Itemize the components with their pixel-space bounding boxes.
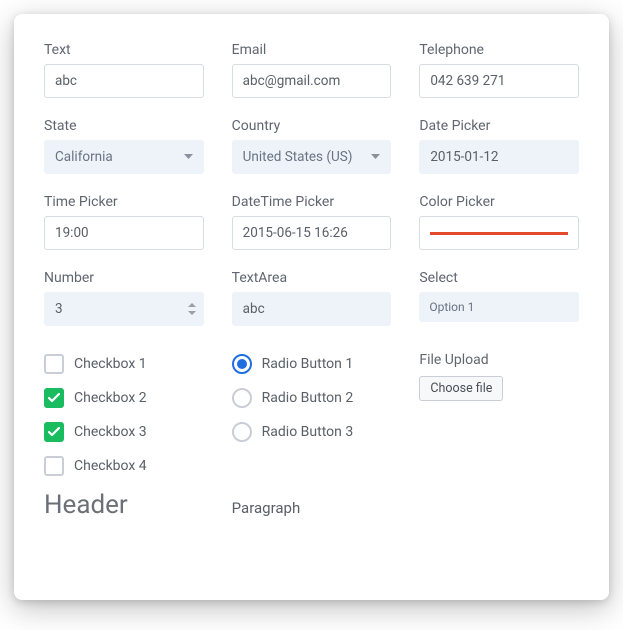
caret-down-icon (184, 154, 193, 160)
radio-2[interactable]: Radio Button 2 (232, 388, 392, 408)
row-5: Checkbox 1 Checkbox 2 Checkbox 3 Checkbo… (44, 352, 579, 476)
checkbox-group: Checkbox 1 Checkbox 2 Checkbox 3 Checkbo… (44, 352, 204, 476)
row-3: Time Picker DateTime Picker Color Picker (44, 194, 579, 250)
footer-header: Header (44, 490, 204, 520)
label-select: Select (419, 270, 579, 286)
checkbox-3[interactable]: Checkbox 3 (44, 422, 204, 442)
field-telephone: Telephone (419, 42, 579, 98)
textarea-input[interactable] (232, 292, 392, 326)
datetime-input[interactable] (232, 216, 392, 250)
field-time-picker: Time Picker (44, 194, 204, 250)
row-4: Number TextArea Select Option 1 (44, 270, 579, 326)
caret-down-icon (371, 154, 380, 160)
label-datetime: DateTime Picker (232, 194, 392, 210)
date-picker-input[interactable] (419, 140, 579, 174)
checkbox-box (44, 354, 64, 374)
label-textarea: TextArea (232, 270, 392, 286)
field-datetime: DateTime Picker (232, 194, 392, 250)
label-email: Email (232, 42, 392, 58)
label-telephone: Telephone (419, 42, 579, 58)
checkbox-label: Checkbox 3 (74, 424, 147, 440)
row-footer: Header Paragraph (44, 490, 579, 520)
color-picker-input[interactable] (419, 216, 579, 250)
row-1: Text Email Telephone (44, 42, 579, 98)
field-email: Email (232, 42, 392, 98)
form-card: Text Email Telephone State California Co… (14, 14, 609, 600)
field-select: Select Option 1 (419, 270, 579, 326)
label-country: Country (232, 118, 392, 134)
checkbox-2[interactable]: Checkbox 2 (44, 388, 204, 408)
state-value: California (55, 149, 113, 165)
field-textarea: TextArea (232, 270, 392, 326)
checkbox-4[interactable]: Checkbox 4 (44, 456, 204, 476)
field-country: Country United States (US) (232, 118, 392, 174)
radio-1[interactable]: Radio Button 1 (232, 354, 392, 374)
field-color: Color Picker (419, 194, 579, 250)
label-state: State (44, 118, 204, 134)
state-select[interactable]: California (44, 140, 204, 174)
row-2: State California Country United States (… (44, 118, 579, 174)
email-input[interactable] (232, 64, 392, 98)
label-time-picker: Time Picker (44, 194, 204, 210)
radio-circle (232, 354, 252, 374)
checkbox-label: Checkbox 2 (74, 390, 147, 406)
label-file-upload: File Upload (419, 352, 579, 368)
checkbox-box (44, 456, 64, 476)
checkbox-label: Checkbox 1 (74, 356, 147, 372)
choose-file-button[interactable]: Choose file (419, 376, 503, 401)
label-text: Text (44, 42, 204, 58)
checkbox-1[interactable]: Checkbox 1 (44, 354, 204, 374)
select-value: Option 1 (429, 300, 474, 314)
label-date-picker: Date Picker (419, 118, 579, 134)
field-state: State California (44, 118, 204, 174)
checkbox-box (44, 388, 64, 408)
radio-3[interactable]: Radio Button 3 (232, 422, 392, 442)
text-input[interactable] (44, 64, 204, 98)
country-value: United States (US) (243, 149, 353, 165)
header-text: Header (44, 490, 128, 520)
radio-group: Radio Button 1 Radio Button 2 Radio Butt… (232, 352, 392, 476)
field-file-upload: File Upload Choose file (419, 352, 579, 476)
color-swatch (430, 232, 568, 235)
radio-label: Radio Button 2 (262, 390, 354, 406)
radio-label: Radio Button 1 (262, 356, 354, 372)
number-stepper-icon[interactable] (188, 302, 196, 316)
telephone-input[interactable] (419, 64, 579, 98)
label-color: Color Picker (419, 194, 579, 210)
footer-paragraph: Paragraph (232, 498, 392, 517)
checkbox-box (44, 422, 64, 442)
time-picker-input[interactable] (44, 216, 204, 250)
field-date-picker: Date Picker (419, 118, 579, 174)
select-input[interactable]: Option 1 (419, 292, 579, 322)
number-input[interactable] (44, 292, 204, 326)
paragraph-text: Paragraph (232, 499, 301, 517)
radio-circle (232, 388, 252, 408)
radio-label: Radio Button 3 (262, 424, 354, 440)
field-text: Text (44, 42, 204, 98)
radio-circle (232, 422, 252, 442)
field-number: Number (44, 270, 204, 326)
country-select[interactable]: United States (US) (232, 140, 392, 174)
label-number: Number (44, 270, 204, 286)
checkbox-label: Checkbox 4 (74, 458, 147, 474)
